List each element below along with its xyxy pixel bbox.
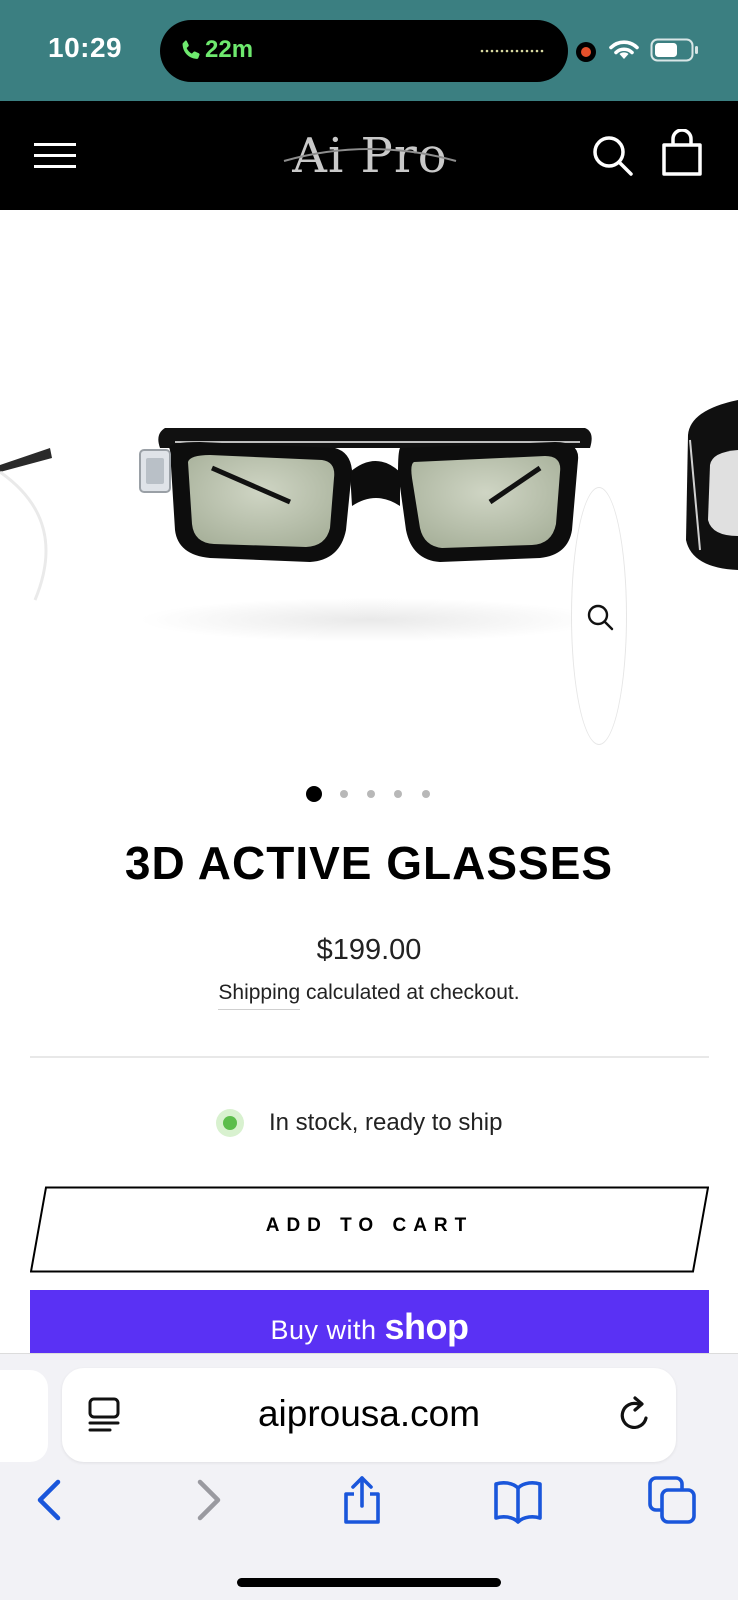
gallery-dot-3[interactable]	[367, 790, 375, 798]
back-icon[interactable]	[26, 1476, 74, 1524]
status-time: 10:29	[48, 32, 123, 63]
url-text[interactable]: aiprousa.com	[62, 1393, 676, 1435]
product-image[interactable]	[0, 210, 738, 770]
gallery-dots	[0, 786, 738, 806]
site-header: Ai Pro	[0, 101, 738, 210]
gallery-dot-5[interactable]	[422, 790, 430, 798]
shipping-link[interactable]: Shipping	[218, 981, 301, 1010]
browser-toolbar: aiprousa.com	[0, 1353, 738, 1600]
buy-with-shop-button[interactable]: Buy with shop	[30, 1290, 709, 1354]
tabs-icon[interactable]	[648, 1476, 696, 1524]
recording-indicator	[576, 42, 596, 62]
stock-text: In stock, ready to ship	[269, 1109, 503, 1136]
shop-logo: shop	[384, 1306, 470, 1347]
shipping-note: Shipping calculated at checkout.	[0, 981, 738, 1010]
stock-status: In stock, ready to ship	[0, 1105, 738, 1141]
zoom-button[interactable]	[571, 487, 627, 745]
zoom-icon	[587, 604, 614, 631]
shipping-note-text: calculated at checkout.	[300, 981, 520, 1004]
site-logo[interactable]: Ai Pro	[280, 123, 460, 189]
share-icon[interactable]	[338, 1476, 386, 1524]
phone-icon	[182, 40, 200, 59]
home-indicator[interactable]	[237, 1578, 501, 1587]
battery-icon	[650, 38, 698, 62]
waveform-icon	[480, 49, 544, 53]
add-to-cart-button[interactable]: ADD TO CART	[30, 1186, 709, 1273]
cart-icon[interactable]	[660, 129, 704, 177]
previous-tab-preview[interactable]	[0, 1370, 48, 1462]
buy-with-label: Buy with	[270, 1315, 377, 1345]
product-title: 3D ACTIVE GLASSES	[124, 837, 614, 889]
add-to-cart-label: ADD TO CART	[265, 1215, 474, 1236]
call-duration: 22m	[205, 36, 254, 63]
gallery-dot-1[interactable]	[306, 786, 322, 802]
dynamic-island[interactable]: 22m	[160, 20, 568, 82]
address-bar[interactable]: aiprousa.com	[62, 1368, 676, 1462]
forward-icon[interactable]	[184, 1476, 232, 1524]
product-gallery[interactable]	[0, 210, 738, 770]
product-price: $199.00	[316, 934, 422, 966]
menu-icon[interactable]	[32, 137, 78, 173]
bookmarks-icon[interactable]	[494, 1476, 542, 1524]
wifi-icon	[609, 40, 639, 59]
reload-icon[interactable]	[618, 1396, 654, 1434]
search-icon[interactable]	[590, 133, 634, 177]
gallery-dot-2[interactable]	[340, 790, 348, 798]
status-bar: 10:29 22m	[0, 0, 738, 101]
divider	[30, 1056, 709, 1058]
stock-indicator-icon	[216, 1109, 244, 1137]
gallery-dot-4[interactable]	[394, 790, 402, 798]
